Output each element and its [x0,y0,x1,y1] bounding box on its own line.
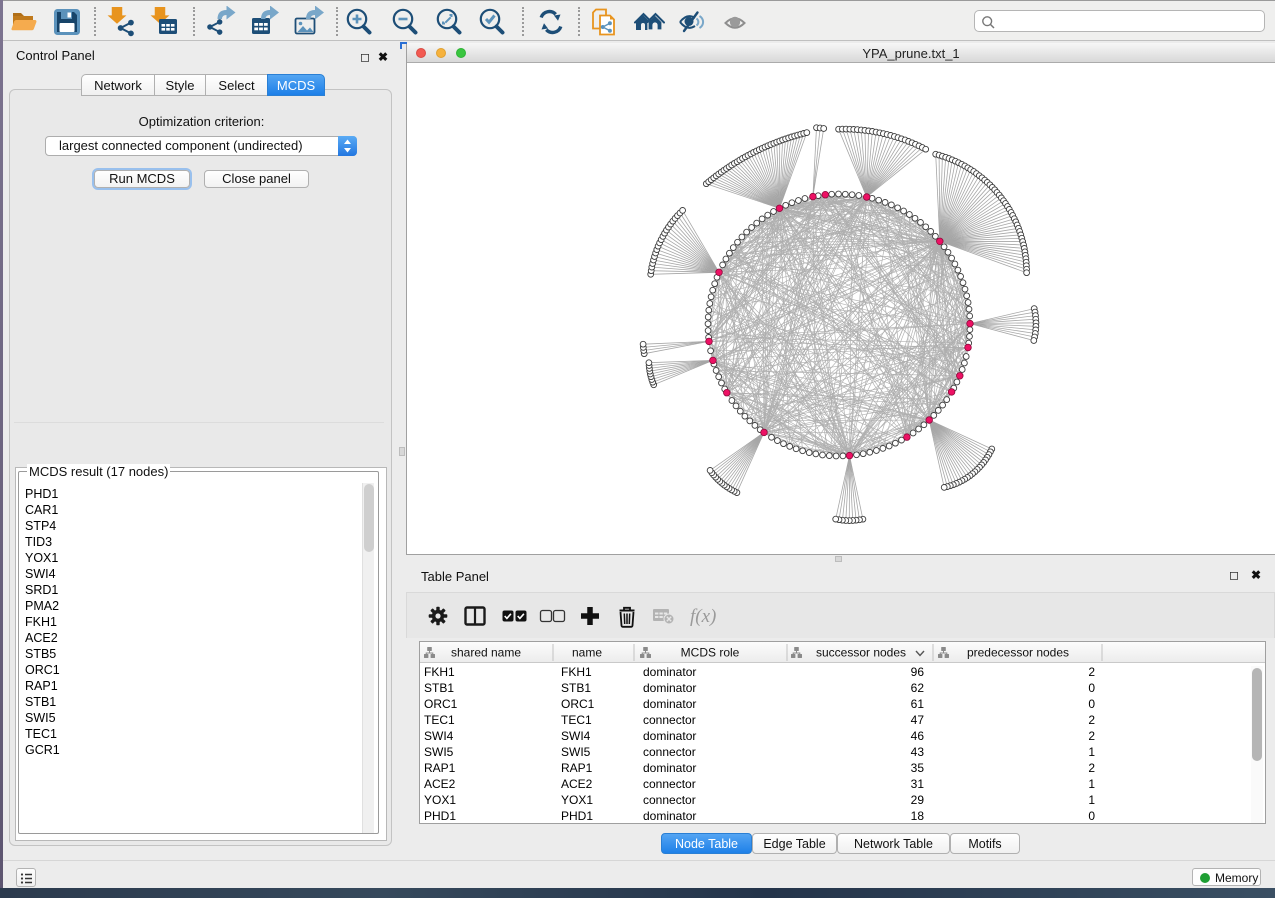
svg-text:MCDS role: MCDS role [681,646,740,660]
svg-text:predecessor nodes: predecessor nodes [967,646,1069,660]
svg-text:shared name: shared name [451,646,521,660]
svg-text:successor nodes: successor nodes [816,646,906,660]
svg-text:name: name [572,646,602,660]
svg-text:f(x): f(x) [690,606,716,627]
